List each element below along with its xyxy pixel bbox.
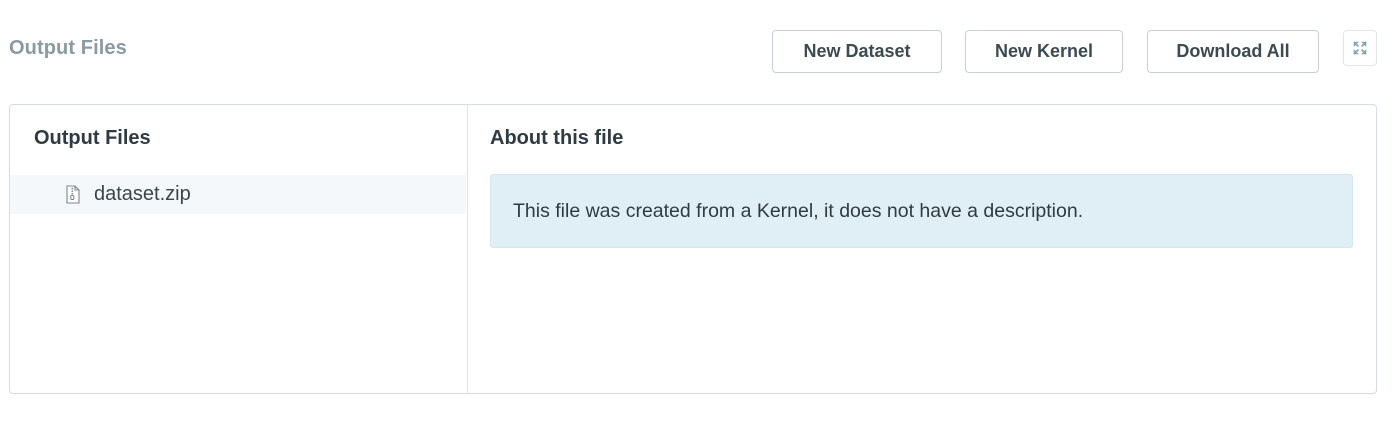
file-list-item[interactable]: dataset.zip (10, 175, 466, 214)
download-all-button[interactable]: Download All (1147, 30, 1319, 73)
expand-icon (1353, 41, 1367, 55)
new-kernel-button[interactable]: New Kernel (965, 30, 1123, 73)
section-title: Output Files (9, 37, 127, 59)
expand-button[interactable] (1343, 30, 1377, 66)
file-details-pane: About this file This file was created fr… (468, 105, 1376, 393)
output-files-section: Output Files New Dataset New Kernel Down… (0, 0, 1400, 426)
file-details-heading: About this file (490, 127, 624, 149)
zip-file-icon (66, 185, 80, 204)
file-description-box: This file was created from a Kernel, it … (490, 174, 1353, 248)
file-list-pane: Output Files dataset.zip (10, 105, 468, 393)
file-browser-panel: Output Files dataset.zip About this file… (9, 104, 1377, 394)
file-description-text: This file was created from a Kernel, it … (513, 199, 1084, 222)
file-list-heading: Output Files (34, 127, 151, 149)
new-dataset-button[interactable]: New Dataset (772, 30, 942, 73)
file-name: dataset.zip (94, 183, 191, 205)
